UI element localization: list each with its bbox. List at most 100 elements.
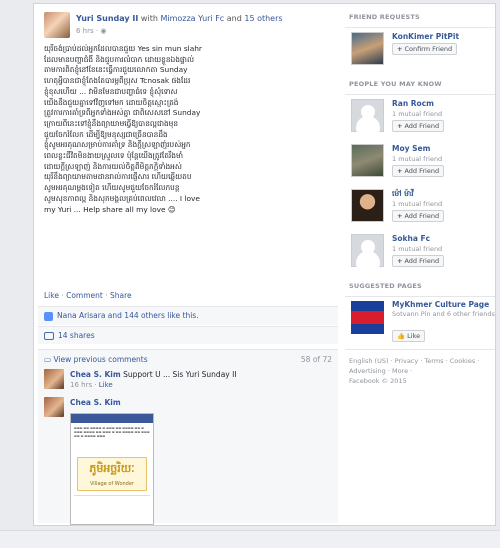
- comment-like-link[interactable]: Like: [99, 381, 113, 389]
- add-friend-button[interactable]: + Add Friend: [392, 165, 445, 177]
- pymk-name[interactable]: Ran Rocm: [392, 99, 434, 108]
- add-friend-label: Add Friend: [404, 212, 440, 220]
- pymk-item: Sokha Fc 1 mutual friend + Add Friend: [345, 230, 495, 275]
- suggested-pages-title: SUGGESTED PAGES: [345, 275, 495, 297]
- facebook-page-frame: Yuri Sunday II with Mimozza Yuri Fc and …: [33, 3, 496, 526]
- add-friend-label: Add Friend: [404, 122, 440, 130]
- post-body-line: យើងនឹងជួយគ្នាទៅវិញទៅមក ដោយចិត្តស្មោះត្រង…: [44, 97, 179, 107]
- post-body-line: ក្រោយពីនេះទៅខ្ញុំនឹងព្យាយាមធ្វើឱ្យបានល្អ…: [44, 118, 179, 128]
- friend-request-name[interactable]: KonKimer PitPit: [392, 32, 459, 41]
- shares-text[interactable]: 14 shares: [58, 331, 95, 340]
- footer-copyright: Facebook © 2015: [349, 377, 407, 385]
- suggested-page-name[interactable]: MyKhmer Culture Page: [392, 300, 489, 309]
- post-others-link[interactable]: 15 others: [244, 14, 282, 23]
- post-author-link[interactable]: Yuri Sunday II: [76, 14, 138, 23]
- likes-text[interactable]: Nana Arisara and 144 others like this.: [57, 311, 199, 320]
- post-timestamp[interactable]: 6 hrs · ◉: [76, 27, 106, 35]
- suggested-page-photo[interactable]: [351, 301, 384, 334]
- post-and-text: and: [226, 14, 242, 23]
- post-body-line: ជួយចែករំលែក ដើម្បីឱ្យមនុស្សជាច្រើនបានដឹង: [44, 129, 168, 139]
- footer-links[interactable]: English (US) · Privacy · Terms · Cookies…: [349, 356, 491, 366]
- add-friend-label: Add Friend: [404, 167, 440, 175]
- add-person-icon: +: [397, 167, 403, 175]
- friend-request-photo[interactable]: [351, 32, 384, 65]
- people-you-may-know-list: Ran Rocm 1 mutual friend + Add Friend Moy Se…: [345, 95, 495, 275]
- suggested-page-likes: Sotvann Pin and 6 other friends like: [392, 310, 495, 318]
- post-body-line: ដែលមានបញ្ហាជំងឺ និងជួបការលំបាក ដោយខ្លួនឯ…: [44, 54, 194, 64]
- share-action[interactable]: Share: [110, 291, 132, 300]
- confirm-friend-button[interactable]: + Confirm Friend: [392, 43, 458, 55]
- pymk-mutual[interactable]: 1 mutual friend: [392, 245, 442, 253]
- pymk-name[interactable]: Moy Sem: [392, 144, 430, 153]
- post-body-line: យុរីចង់ប្រាប់ដល់អ្នកដែលបានជួយ Yes sin mu…: [44, 44, 202, 53]
- pymk-name[interactable]: ម៉ៅ ម៉ាវី: [392, 189, 414, 200]
- pymk-photo[interactable]: [351, 99, 384, 132]
- friend-request-item: KonKimer PitPit + Confirm Friend: [345, 28, 495, 73]
- pymk-name[interactable]: Sokha Fc: [392, 234, 430, 243]
- post-header: Yuri Sunday II with Mimozza Yuri Fc and …: [44, 12, 334, 40]
- comment-item: Chea S. Kim Support U ... Sis Yuri Sunda…: [44, 369, 332, 395]
- pymk-item: ម៉ៅ ម៉ាវី 1 mutual friend + Add Friend: [345, 185, 495, 230]
- thumbs-up-icon: [44, 311, 53, 321]
- commenter-name[interactable]: Chea S. Kim: [70, 370, 121, 379]
- commenter-avatar[interactable]: [44, 369, 64, 389]
- view-previous-row: ▭ View previous comments 58 of 72: [44, 355, 332, 364]
- pymk-mutual[interactable]: 1 mutual friend: [392, 200, 442, 208]
- suggested-page-item: MyKhmer Culture Page Sotvann Pin and 6 o…: [345, 297, 495, 349]
- add-person-icon: +: [397, 122, 403, 130]
- author-avatar[interactable]: [44, 12, 70, 38]
- comment-action[interactable]: Comment: [66, 291, 103, 300]
- comment-time[interactable]: 16 hrs: [70, 381, 92, 389]
- post-body-line: ហេតុអ្វីបានជាខ្ញុំតែងតែបារម្ភពីប្រុស Tcn…: [44, 76, 191, 86]
- comment-count: 58 of 72: [300, 355, 332, 364]
- post-tagged-link[interactable]: Mimozza Yuri Fc: [160, 14, 224, 23]
- post-body-line: ត្រូវការការគាំទ្រពីអ្នកទាំងអស់គ្នា ជាពិស…: [44, 108, 201, 118]
- sidebar-footer: English (US) · Privacy · Terms · Cookies…: [345, 349, 495, 392]
- post-card: Yuri Sunday II with Mimozza Yuri Fc and …: [38, 6, 338, 525]
- add-person-icon: +: [397, 45, 403, 53]
- add-friend-button[interactable]: + Add Friend: [392, 120, 445, 132]
- comment-text: Support U ... Sis Yuri Sunday II: [123, 370, 237, 379]
- commenter-name[interactable]: Chea S. Kim: [70, 398, 121, 407]
- like-action[interactable]: Like: [44, 291, 59, 300]
- commenter-avatar[interactable]: [44, 397, 64, 417]
- pymk-item: Moy Sem 1 mutual friend + Add Friend: [345, 140, 495, 185]
- screenshot-footer: [74, 495, 150, 509]
- post-body-line: សូមអរគុណម្តងទៀត ហើយសូមជួយចែករំលែកបន្ត: [44, 183, 180, 193]
- footer-more-links[interactable]: Advertising · More ·: [349, 366, 491, 376]
- pymk-photo[interactable]: [351, 234, 384, 267]
- page-like-label: Like: [407, 332, 421, 340]
- post-body-line: ពេលខ្លះជីវិតមិនងាយស្រួលទេ ប៉ុន្តែយើងត្រូ…: [44, 151, 184, 161]
- comment-item: Chea S. Kim ▬▬▬ ▬▬ ▬▬▬▬ ▬ ▬▬▬ ▬▬ ▬▬▬▬ ▬▬…: [44, 397, 332, 525]
- post-with-text: with: [140, 14, 158, 23]
- share-icon: [44, 332, 54, 340]
- post-body-line: ខ្ញុំសូមអរគុណសម្រាប់ការគាំទ្រ និងក្ដីស្រ…: [44, 140, 191, 150]
- pymk-photo[interactable]: [351, 144, 384, 177]
- post-body-line: ខ្ញុំខុសហើយ ... វាមិនមែនជាបញ្ហាធំទេ ខ្ញុ…: [44, 86, 178, 96]
- add-friend-button[interactable]: + Add Friend: [392, 255, 445, 267]
- pymk-item: Ran Rocm 1 mutual friend + Add Friend: [345, 95, 495, 140]
- comment-text-line: Chea S. Kim Support U ... Sis Yuri Sunda…: [70, 370, 237, 379]
- friend-requests-title: FRIEND REQUESTS: [345, 6, 495, 28]
- post-body-line: តាមការពិតខ្ញុំនៅខែនេះធ្វើការជួយលោកតា Sun…: [44, 65, 188, 75]
- view-previous-comments[interactable]: View previous comments: [53, 355, 147, 364]
- pymk-mutual[interactable]: 1 mutual friend: [392, 110, 442, 118]
- post-time[interactable]: 6 hrs: [76, 27, 94, 35]
- post-author-line: Yuri Sunday II with Mimozza Yuri Fc and …: [76, 14, 283, 23]
- post-body-line: សូមសុខភាពល្អ និងសុភមង្គលគ្រប់ពេលវេលា ...…: [44, 193, 200, 203]
- pymk-photo[interactable]: [351, 189, 384, 222]
- confirm-friend-label: Confirm Friend: [404, 45, 453, 53]
- globe-icon: · ◉: [95, 27, 107, 35]
- bottom-scroll-strip: [0, 530, 500, 548]
- likes-summary: Nana Arisara and 144 others like this.: [38, 306, 338, 325]
- comment-text-line: Chea S. Kim: [70, 398, 121, 407]
- comments-icon: ▭: [44, 355, 52, 364]
- post-body-line: យុរីនឹងព្យាយាមតាមដានរាល់ការផ្ញើសារ ហើយឆ្…: [44, 172, 192, 182]
- screenshot-text-block: ▬▬▬ ▬▬ ▬▬▬▬ ▬ ▬▬▬ ▬▬ ▬▬▬▬ ▬▬ ▬ ▬▬▬ ▬▬▬▬ …: [74, 426, 150, 438]
- page-like-button[interactable]: 👍 Like: [392, 330, 426, 342]
- pymk-title: PEOPLE YOU MAY KNOW: [345, 73, 495, 95]
- add-friend-button[interactable]: + Add Friend: [392, 210, 445, 222]
- logo-subtitle: Village of Wonder: [90, 481, 134, 487]
- comment-image[interactable]: ▬▬▬ ▬▬ ▬▬▬▬ ▬ ▬▬▬ ▬▬ ▬▬▬▬ ▬▬ ▬ ▬▬▬ ▬▬▬▬ …: [70, 413, 154, 525]
- pymk-mutual[interactable]: 1 mutual friend: [392, 155, 442, 163]
